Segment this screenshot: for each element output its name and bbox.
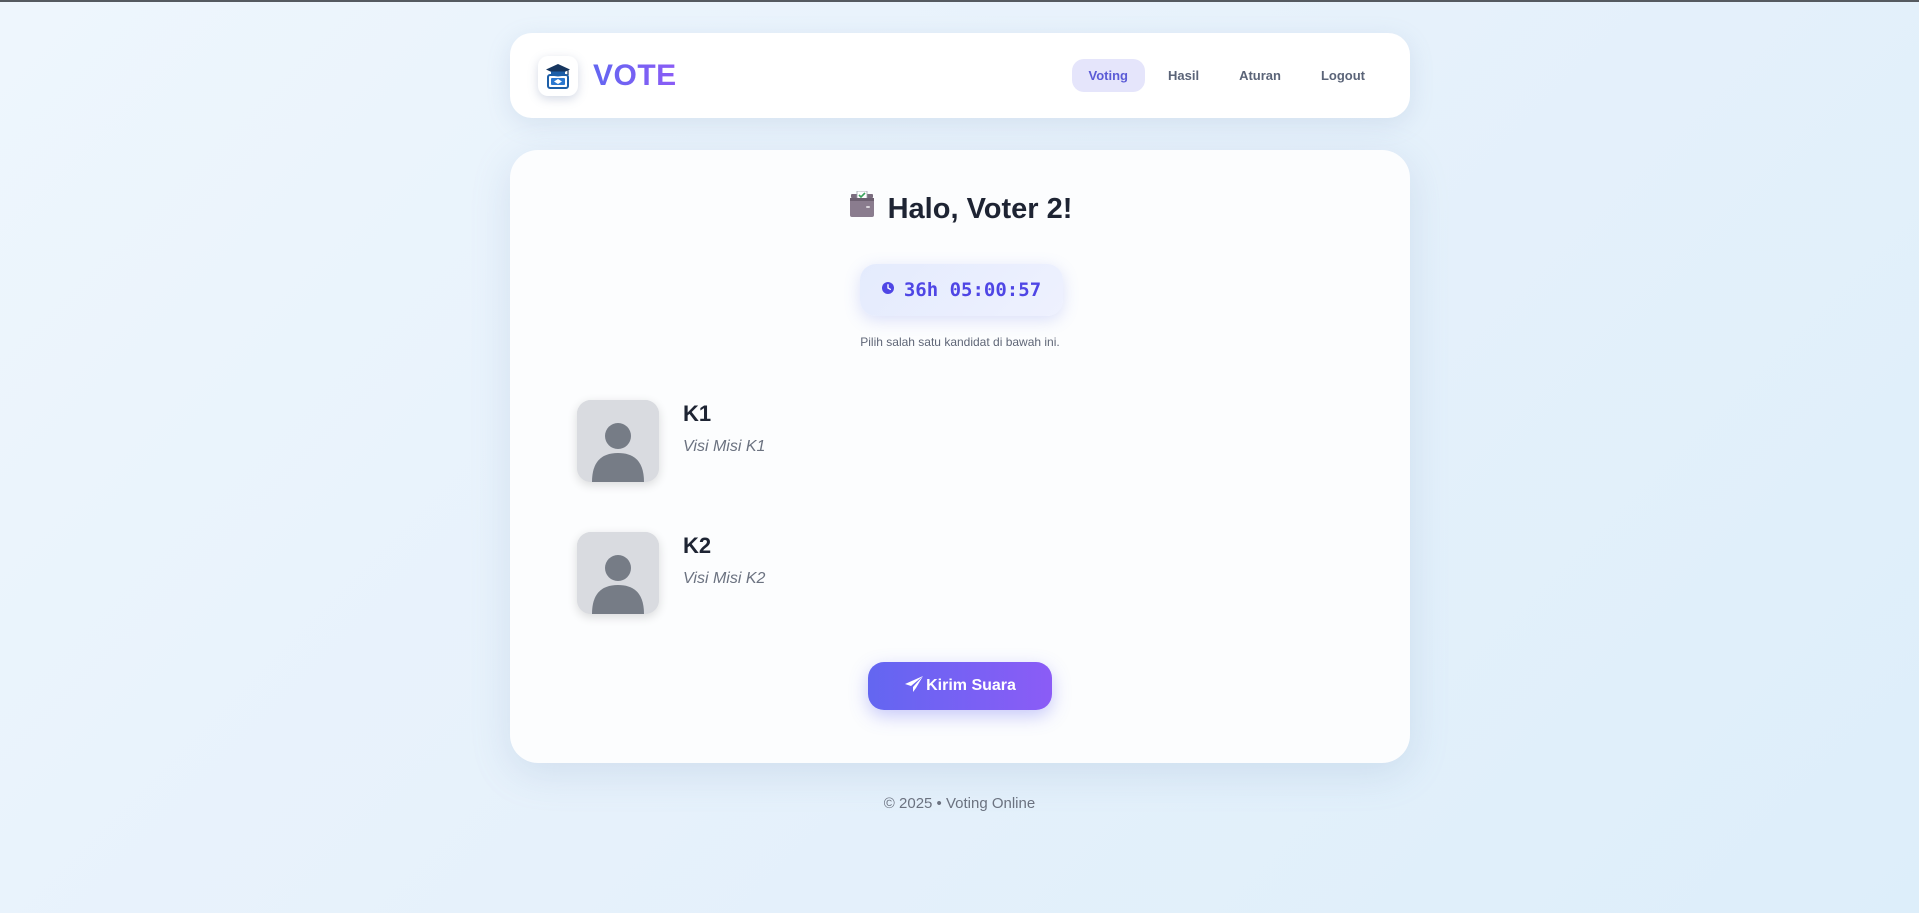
nav-logout[interactable]: Logout <box>1304 59 1382 92</box>
submit-label: Kirim Suara <box>926 677 1016 694</box>
candidate-description: Visi Misi K2 <box>683 570 766 587</box>
submit-vote-button[interactable]: Kirim Suara <box>868 662 1052 710</box>
nav-voting[interactable]: Voting <box>1071 59 1145 92</box>
nav-menu: Voting Hasil Aturan Logout <box>1071 59 1383 92</box>
instruction-text: Pilih salah satu kandidat di bawah ini. <box>860 335 1060 349</box>
candidate-description: Visi Misi K1 <box>683 438 766 455</box>
clock-icon <box>881 281 894 299</box>
footer-text: © 2025 • Voting Online <box>883 795 1036 812</box>
candidate-info: K1 Visi Misi K1 <box>683 400 765 456</box>
nav-aturan[interactable]: Aturan <box>1222 59 1298 92</box>
candidate-name: K1 <box>683 401 712 426</box>
candidate-info: K2 Visi Misi K2 <box>683 532 765 588</box>
page-title: Halo, Voter 2! <box>887 192 1073 225</box>
nav-hasil[interactable]: Hasil <box>1151 59 1216 92</box>
countdown-timer: 36h 05:00:57 <box>860 264 1063 316</box>
graduation-ballot-icon[interactable] <box>538 55 578 96</box>
brand-title[interactable]: VOTE <box>593 59 677 93</box>
paper-plane-icon <box>904 675 924 698</box>
page-title-row: Halo, Voter 2! <box>510 190 1410 227</box>
timer-value: 36h 05:00:57 <box>903 279 1042 301</box>
candidate-name: K2 <box>683 533 712 558</box>
candidate-item-k1[interactable]: K1 Visi Misi K1 <box>577 400 1347 482</box>
user-avatar-icon <box>577 400 659 482</box>
ballot-box-icon <box>848 190 876 227</box>
navbar: VOTE Voting Hasil Aturan Logout <box>510 33 1410 118</box>
voting-card: Halo, Voter 2! 36h 05:00:57 Pilih salah … <box>510 150 1410 763</box>
user-avatar-icon <box>577 532 659 614</box>
candidate-item-k2[interactable]: K2 Visi Misi K2 <box>577 532 1347 614</box>
